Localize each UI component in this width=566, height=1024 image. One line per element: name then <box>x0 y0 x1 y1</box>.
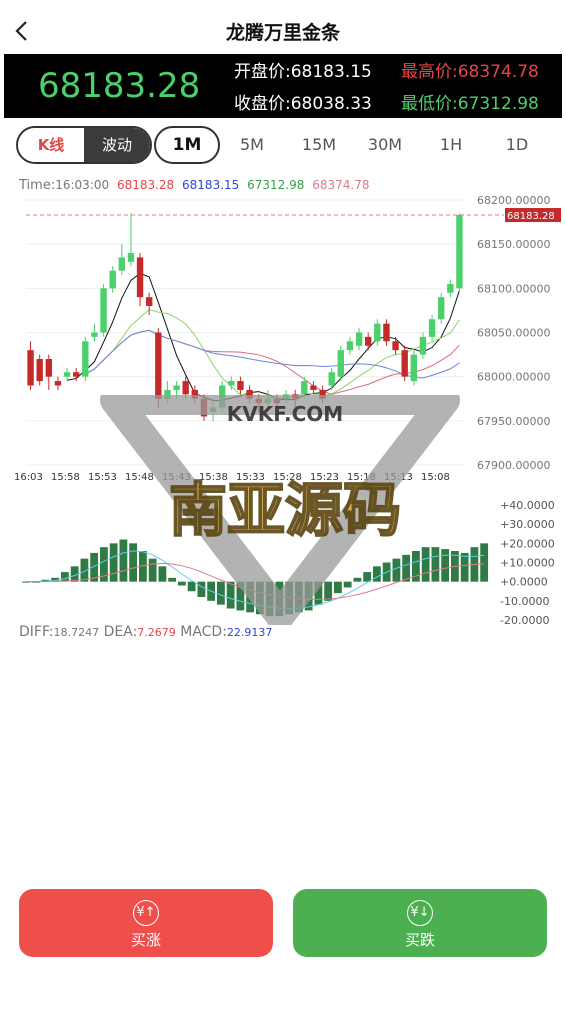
current-price-tag-label: 68183.28 <box>507 211 555 222</box>
macd-y-tick-label: +0.0000 <box>500 576 548 589</box>
candle-body <box>428 319 436 337</box>
period-1m[interactable]: 1M <box>154 126 220 164</box>
macd-readout: DIFF:18.7247 DEA:7.2679 MACD:22.9137 <box>19 624 272 640</box>
close-row: 收盘价:68038.33 <box>234 94 372 114</box>
buy-up-label: 买涨 <box>130 931 161 949</box>
yuan-up-icon: ¥↑ <box>133 900 159 926</box>
buy-up-button[interactable]: ¥↑ 买涨 <box>19 889 273 957</box>
watermark-text: 南亚源码 <box>169 476 401 544</box>
period-1h[interactable]: 1H <box>422 126 480 164</box>
close-value: 68038.33 <box>290 94 372 114</box>
open-value: 68183.15 <box>290 62 372 82</box>
dea-label: DEA: <box>103 624 138 640</box>
candle-body <box>310 385 317 390</box>
watermark-site: KVKF.COM <box>227 402 343 426</box>
candle-body <box>63 372 71 377</box>
candle-body <box>45 359 53 377</box>
candle-body <box>383 323 390 342</box>
candle-body <box>419 336 427 355</box>
diff-label: DIFF: <box>19 624 54 640</box>
candle-body <box>237 381 244 390</box>
candle-body <box>228 381 235 386</box>
buy-down-label: 买跌 <box>404 931 435 949</box>
candle-body <box>401 350 408 377</box>
y-tick-label: 67950.00000 <box>477 415 550 428</box>
y-tick-label: 68150.00000 <box>477 238 550 251</box>
high-label: 最高价: <box>401 62 458 82</box>
candle-body <box>355 332 363 346</box>
period-15m[interactable]: 15M <box>288 126 350 164</box>
close-label: 收盘价: <box>234 94 291 114</box>
low-label: 最低价: <box>401 94 458 114</box>
period-5m[interactable]: 5M <box>222 126 282 164</box>
macd-y-tick-label: +10.0000 <box>500 557 555 570</box>
macd-bar <box>61 572 69 582</box>
tab-kline[interactable]: K线 <box>18 128 84 162</box>
candle-body <box>301 381 308 395</box>
x-tick-label: 16:03 <box>14 472 43 483</box>
candle-body <box>456 215 463 289</box>
macd-value: 22.9137 <box>226 626 273 639</box>
candle-body <box>155 332 162 399</box>
high-value: 68374.78 <box>457 62 539 82</box>
candle-body <box>173 385 180 390</box>
candle-body <box>136 257 144 298</box>
candle-body <box>100 288 107 333</box>
candle-body <box>410 354 418 382</box>
candle-body <box>346 341 354 351</box>
y-tick-label: 68100.00000 <box>477 282 550 295</box>
x-tick-label: 15:58 <box>51 472 80 483</box>
buy-down-button[interactable]: ¥↓ 买跌 <box>293 889 547 957</box>
last-price: 68183.28 <box>38 66 201 106</box>
y-tick-label: 68000.00000 <box>477 371 550 384</box>
candle-body <box>364 336 372 346</box>
ma5-line <box>66 272 460 402</box>
macd-y-tick-label: -10.0000 <box>500 595 549 608</box>
y-tick-label: 68200.00000 <box>477 194 550 207</box>
macd-y-tick-label: +20.0000 <box>500 537 555 550</box>
watermark: KVKF.COM 南亚源码 <box>100 385 470 630</box>
open-label: 开盘价: <box>234 62 291 82</box>
candle-body <box>145 297 153 306</box>
page-title: 龙腾万里金条 <box>225 22 340 44</box>
y-tick-label: 68050.00000 <box>477 327 550 340</box>
candle-body <box>91 332 98 337</box>
candle-body <box>182 381 189 395</box>
macd-y-tick-label: -20.0000 <box>500 614 549 627</box>
diff-value: 18.7247 <box>53 626 100 639</box>
candle-body <box>54 381 62 386</box>
tab-wave[interactable]: 波动 <box>84 128 150 162</box>
period-30m[interactable]: 30M <box>354 126 416 164</box>
candle-body <box>437 297 445 320</box>
chart-type-switch: K线 波动 <box>16 126 152 164</box>
yuan-down-icon: ¥↓ <box>407 900 433 926</box>
high-row: 最高价:68374.78 <box>401 62 539 82</box>
candle-body <box>337 350 345 377</box>
low-value: 67312.98 <box>457 94 539 114</box>
candle-body <box>118 257 126 271</box>
macd-y-tick-label: +40.0000 <box>500 499 555 512</box>
y-tick-label: 67900.00000 <box>477 459 550 472</box>
period-1d[interactable]: 1D <box>488 126 546 164</box>
candle-body <box>27 350 34 386</box>
candle-body <box>374 323 381 342</box>
candle-body <box>392 341 399 351</box>
candle-body <box>36 359 43 382</box>
dea-value: 7.2679 <box>137 626 176 639</box>
candle-body <box>82 341 89 377</box>
candle-body <box>328 372 335 386</box>
macd-y-tick-label: +30.0000 <box>500 518 555 531</box>
candle-body <box>109 270 116 289</box>
candle-body <box>447 283 454 293</box>
candle-body <box>127 253 135 262</box>
open-row: 开盘价:68183.15 <box>234 62 372 82</box>
macd-bar <box>480 543 489 582</box>
candle-body <box>72 372 80 377</box>
macd-label: MACD: <box>180 624 227 640</box>
low-row: 最低价:67312.98 <box>401 94 539 114</box>
